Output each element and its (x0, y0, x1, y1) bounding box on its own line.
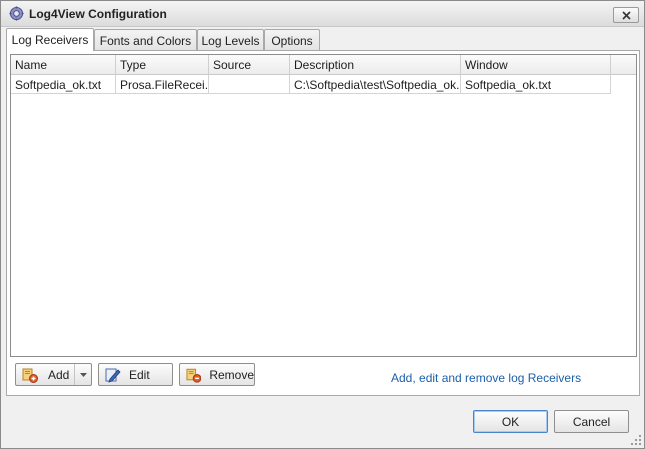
remove-button[interactable]: Remove (179, 363, 255, 386)
cell-window: Softpedia_ok.txt (461, 75, 611, 94)
edit-receiver-icon (105, 368, 121, 383)
tab-label: Log Receivers (11, 33, 89, 47)
tab-label: Log Levels (201, 33, 260, 48)
add-receiver-icon (22, 368, 38, 383)
resize-grip-icon[interactable] (630, 434, 642, 446)
receivers-help-text: Add, edit and remove log Receivers (391, 371, 582, 385)
tab-log-levels[interactable]: Log Levels (197, 29, 264, 51)
edit-button-label: Edit (129, 367, 150, 382)
cell-source (209, 75, 290, 94)
close-button[interactable] (613, 7, 639, 23)
gear-icon (9, 6, 24, 21)
ok-button[interactable]: OK (473, 410, 548, 433)
tab-log-receivers[interactable]: Log Receivers (6, 28, 94, 51)
remove-button-label: Remove (209, 367, 254, 382)
close-icon (621, 10, 631, 20)
log-receivers-panel: Name Type Source Description Window Soft… (6, 50, 640, 396)
cell-type: Prosa.FileRecei... (116, 75, 209, 94)
window-title: Log4View Configuration (29, 7, 167, 21)
column-header-type[interactable]: Type (116, 55, 209, 75)
tab-fonts-and-colors[interactable]: Fonts and Colors (94, 29, 197, 51)
edit-button[interactable]: Edit (98, 363, 173, 386)
tab-options[interactable]: Options (264, 29, 320, 51)
tab-strip: Log Receivers Fonts and Colors Log Level… (6, 28, 640, 51)
column-header-source[interactable]: Source (209, 55, 290, 75)
cell-description: C:\Softpedia\test\Softpedia_ok... (290, 75, 461, 94)
cell-name: Softpedia_ok.txt (11, 75, 116, 94)
table-row[interactable]: Softpedia_ok.txt Prosa.FileRecei... C:\S… (11, 75, 611, 94)
column-header-window[interactable]: Window (461, 55, 611, 75)
chevron-down-icon (79, 372, 87, 377)
grid-header: Name Type Source Description Window (11, 55, 636, 75)
column-header-name[interactable]: Name (11, 55, 116, 75)
title-bar[interactable]: Log4View Configuration (1, 1, 644, 27)
tab-label: Options (271, 33, 313, 48)
add-dropdown-arrow[interactable] (74, 364, 91, 385)
tab-label: Fonts and Colors (99, 33, 192, 48)
cancel-button[interactable]: Cancel (554, 410, 629, 433)
remove-receiver-icon (186, 368, 202, 383)
add-button[interactable]: Add (15, 363, 92, 386)
receivers-grid[interactable]: Name Type Source Description Window Soft… (10, 54, 637, 357)
column-header-description[interactable]: Description (290, 55, 461, 75)
column-header-filler (611, 55, 636, 75)
configuration-window: Log4View Configuration Log Receivers Fon… (0, 0, 645, 449)
add-button-label: Add (48, 367, 70, 382)
